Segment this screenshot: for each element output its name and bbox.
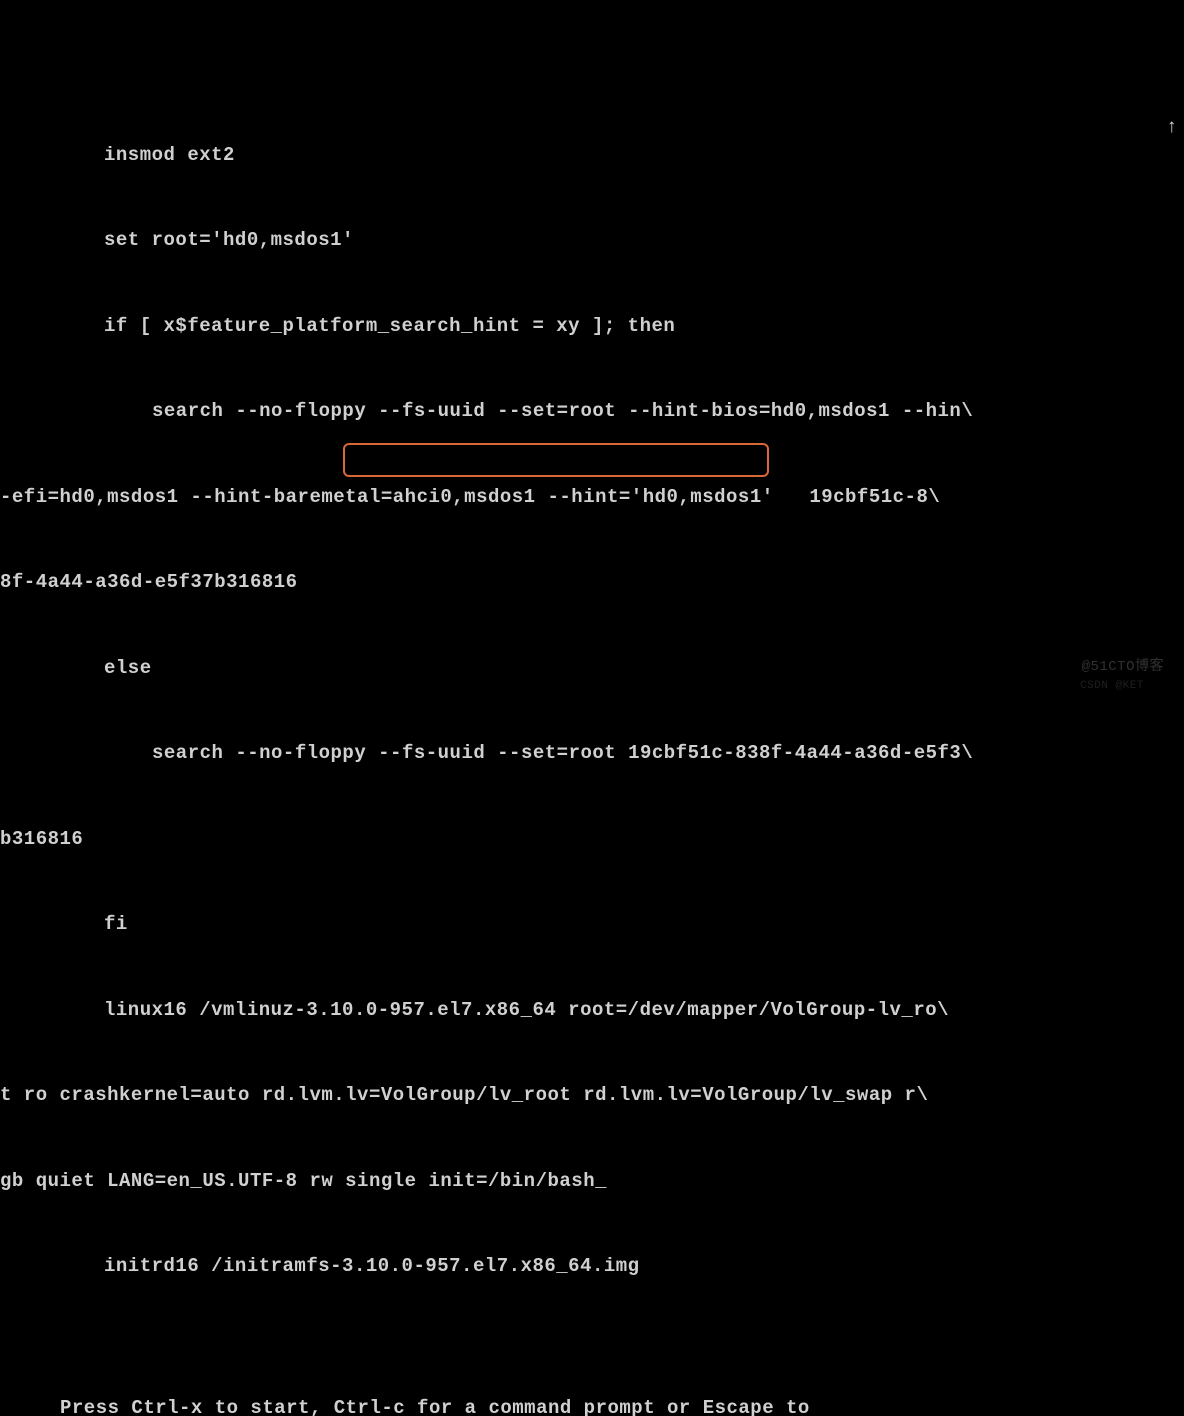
grub-line: search --no-floppy --fs-uuid --set=root … bbox=[0, 739, 1184, 768]
grub-line: initrd16 /initramfs-3.10.0-957.el7.x86_6… bbox=[0, 1252, 1184, 1281]
help-text: Press Ctrl-x to start, Ctrl-c for a comm… bbox=[0, 1338, 1184, 1416]
grub-line: t ro crashkernel=auto rd.lvm.lv=VolGroup… bbox=[0, 1081, 1184, 1110]
grub-line-edited: gb quiet LANG=en_US.UTF-8 rw single init… bbox=[0, 1167, 1184, 1196]
grub-line: if [ x$feature_platform_search_hint = xy… bbox=[0, 312, 1184, 341]
watermark-secondary: CSDN @KET bbox=[1080, 678, 1144, 695]
grub-line: set root='hd0,msdos1' bbox=[0, 226, 1184, 255]
grub-editor[interactable]: ↑ insmod ext2 set root='hd0,msdos1' if [… bbox=[0, 55, 1184, 1338]
grub-line: search --no-floppy --fs-uuid --set=root … bbox=[0, 397, 1184, 426]
scroll-up-indicator: ↑ bbox=[1166, 113, 1178, 142]
grub-line: fi bbox=[0, 910, 1184, 939]
annotation-highlight-box bbox=[343, 443, 769, 477]
grub-line: b316816 bbox=[0, 825, 1184, 854]
grub-line: insmod ext2 bbox=[0, 141, 1184, 170]
grub-line: -efi=hd0,msdos1 --hint-baremetal=ahci0,m… bbox=[0, 483, 1184, 512]
grub-line: 8f-4a44-a36d-e5f37b316816 bbox=[0, 568, 1184, 597]
grub-line: else bbox=[0, 654, 1184, 683]
grub-line: linux16 /vmlinuz-3.10.0-957.el7.x86_64 r… bbox=[0, 996, 1184, 1025]
watermark: @51CTO博客 bbox=[1082, 657, 1164, 678]
help-line: Press Ctrl-x to start, Ctrl-c for a comm… bbox=[60, 1394, 1184, 1416]
